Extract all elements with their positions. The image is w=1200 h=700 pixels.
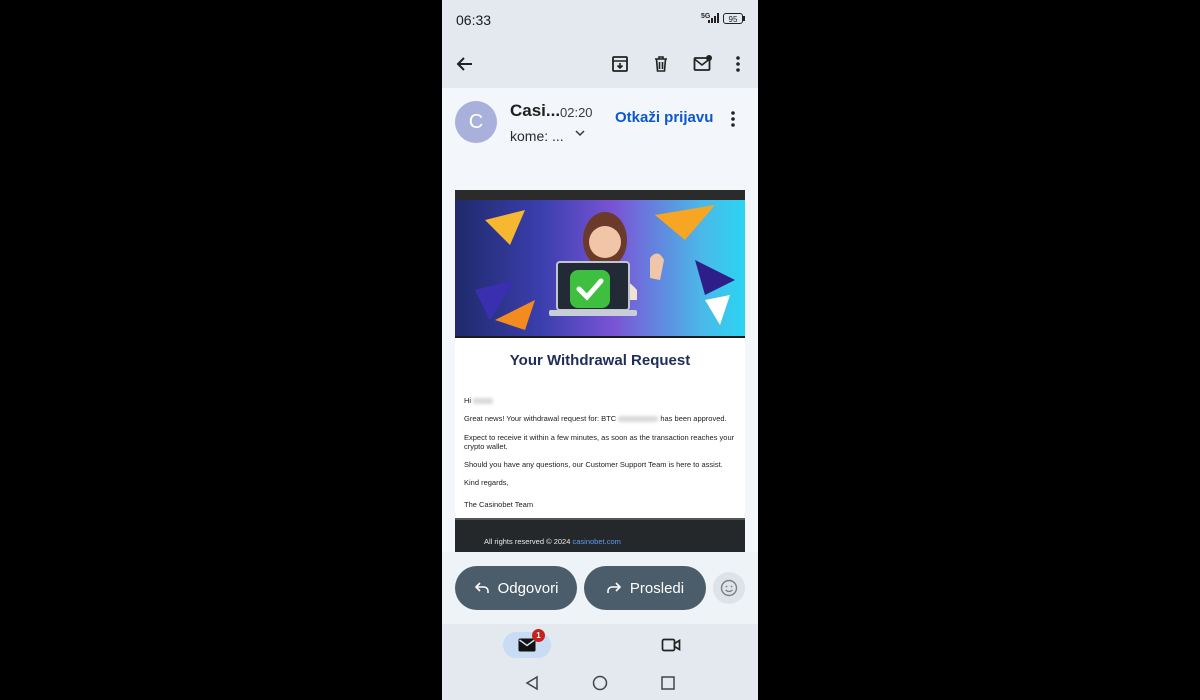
banner-bottom-band xyxy=(455,336,745,338)
archive-icon[interactable] xyxy=(608,52,632,76)
promo-banner-image xyxy=(455,200,745,338)
bottom-navigation: 1 xyxy=(442,624,758,666)
forward-label: Prosledi xyxy=(629,579,685,597)
reply-button[interactable]: Odgovori xyxy=(455,566,577,610)
email-body: Your Withdrawal Request Hi Great news! Y… xyxy=(455,190,745,552)
status-time: 06:33 xyxy=(456,12,492,28)
system-navigation-bar xyxy=(442,666,758,700)
chevron-down-icon[interactable] xyxy=(575,128,585,140)
recipient-line[interactable]: kome: ... xyxy=(510,128,564,144)
phone-screen: 06:33 5G 95 C Casi... 02:20 kome: ... Ot… xyxy=(442,0,758,700)
unread-badge: 1 xyxy=(532,629,545,642)
greeting-text: Hi xyxy=(464,396,472,405)
signature-line: The Casinobet Team xyxy=(464,500,534,509)
forward-button[interactable]: Prosledi xyxy=(584,566,706,610)
email-top-bar xyxy=(455,190,745,200)
smiley-icon xyxy=(720,579,738,597)
system-back-icon[interactable] xyxy=(524,675,540,696)
unsubscribe-link[interactable]: Otkaži prijavu xyxy=(615,109,713,126)
reply-icon xyxy=(474,582,489,593)
kind-regards-line: Kind regards, xyxy=(464,478,509,487)
footer-divider xyxy=(455,518,745,520)
message-toolbar xyxy=(442,40,758,88)
sender-name[interactable]: Casi... xyxy=(510,101,560,121)
reply-label: Odgovori xyxy=(497,579,559,597)
arrow-left-icon[interactable] xyxy=(453,52,477,76)
avatar[interactable]: C xyxy=(455,101,497,143)
emoji-reaction-button[interactable] xyxy=(713,572,745,604)
kebab-icon[interactable] xyxy=(726,52,750,76)
approval-text-end: has been approved. xyxy=(660,414,727,423)
system-recents-icon[interactable] xyxy=(660,675,676,696)
battery-tip xyxy=(743,16,745,21)
footer-link[interactable]: casinobet.com xyxy=(573,537,621,546)
mail-dot-icon[interactable] xyxy=(691,52,715,76)
battery-icon: 95 xyxy=(723,13,743,24)
email-footer: All rights reserved © 2024 casinobet.com xyxy=(455,518,745,552)
footer-copyright: All rights reserved © 2024 casinobet.com xyxy=(484,537,621,546)
signal-icon xyxy=(708,13,720,23)
redacted-name xyxy=(473,398,494,405)
greeting-line: Hi xyxy=(464,396,739,405)
support-line: Should you have any questions, our Custo… xyxy=(464,460,723,469)
expect-line: Expect to receive it within a few minute… xyxy=(464,433,735,451)
forward-icon xyxy=(607,582,622,593)
message-body-area: Your Withdrawal Request Hi Great news! Y… xyxy=(442,168,758,552)
message-kebab-icon[interactable] xyxy=(730,110,736,133)
approval-text-start: Great news! Your withdrawal request for:… xyxy=(464,414,617,423)
status-bar: 06:33 5G 95 xyxy=(442,0,758,40)
reply-actions: Odgovori Prosledi xyxy=(442,552,758,624)
approval-line: Great news! Your withdrawal request for:… xyxy=(464,414,739,423)
footer-rights-text: All rights reserved © 2024 xyxy=(484,537,571,546)
message-header: C Casi... 02:20 kome: ... Otkaži prijavu xyxy=(442,88,758,168)
email-headline: Your Withdrawal Request xyxy=(509,352,691,369)
video-camera-icon[interactable] xyxy=(661,637,681,658)
message-time: 02:20 xyxy=(560,105,593,120)
redacted-amount xyxy=(618,416,659,423)
trash-icon[interactable] xyxy=(649,52,673,76)
system-home-icon[interactable] xyxy=(592,675,608,696)
